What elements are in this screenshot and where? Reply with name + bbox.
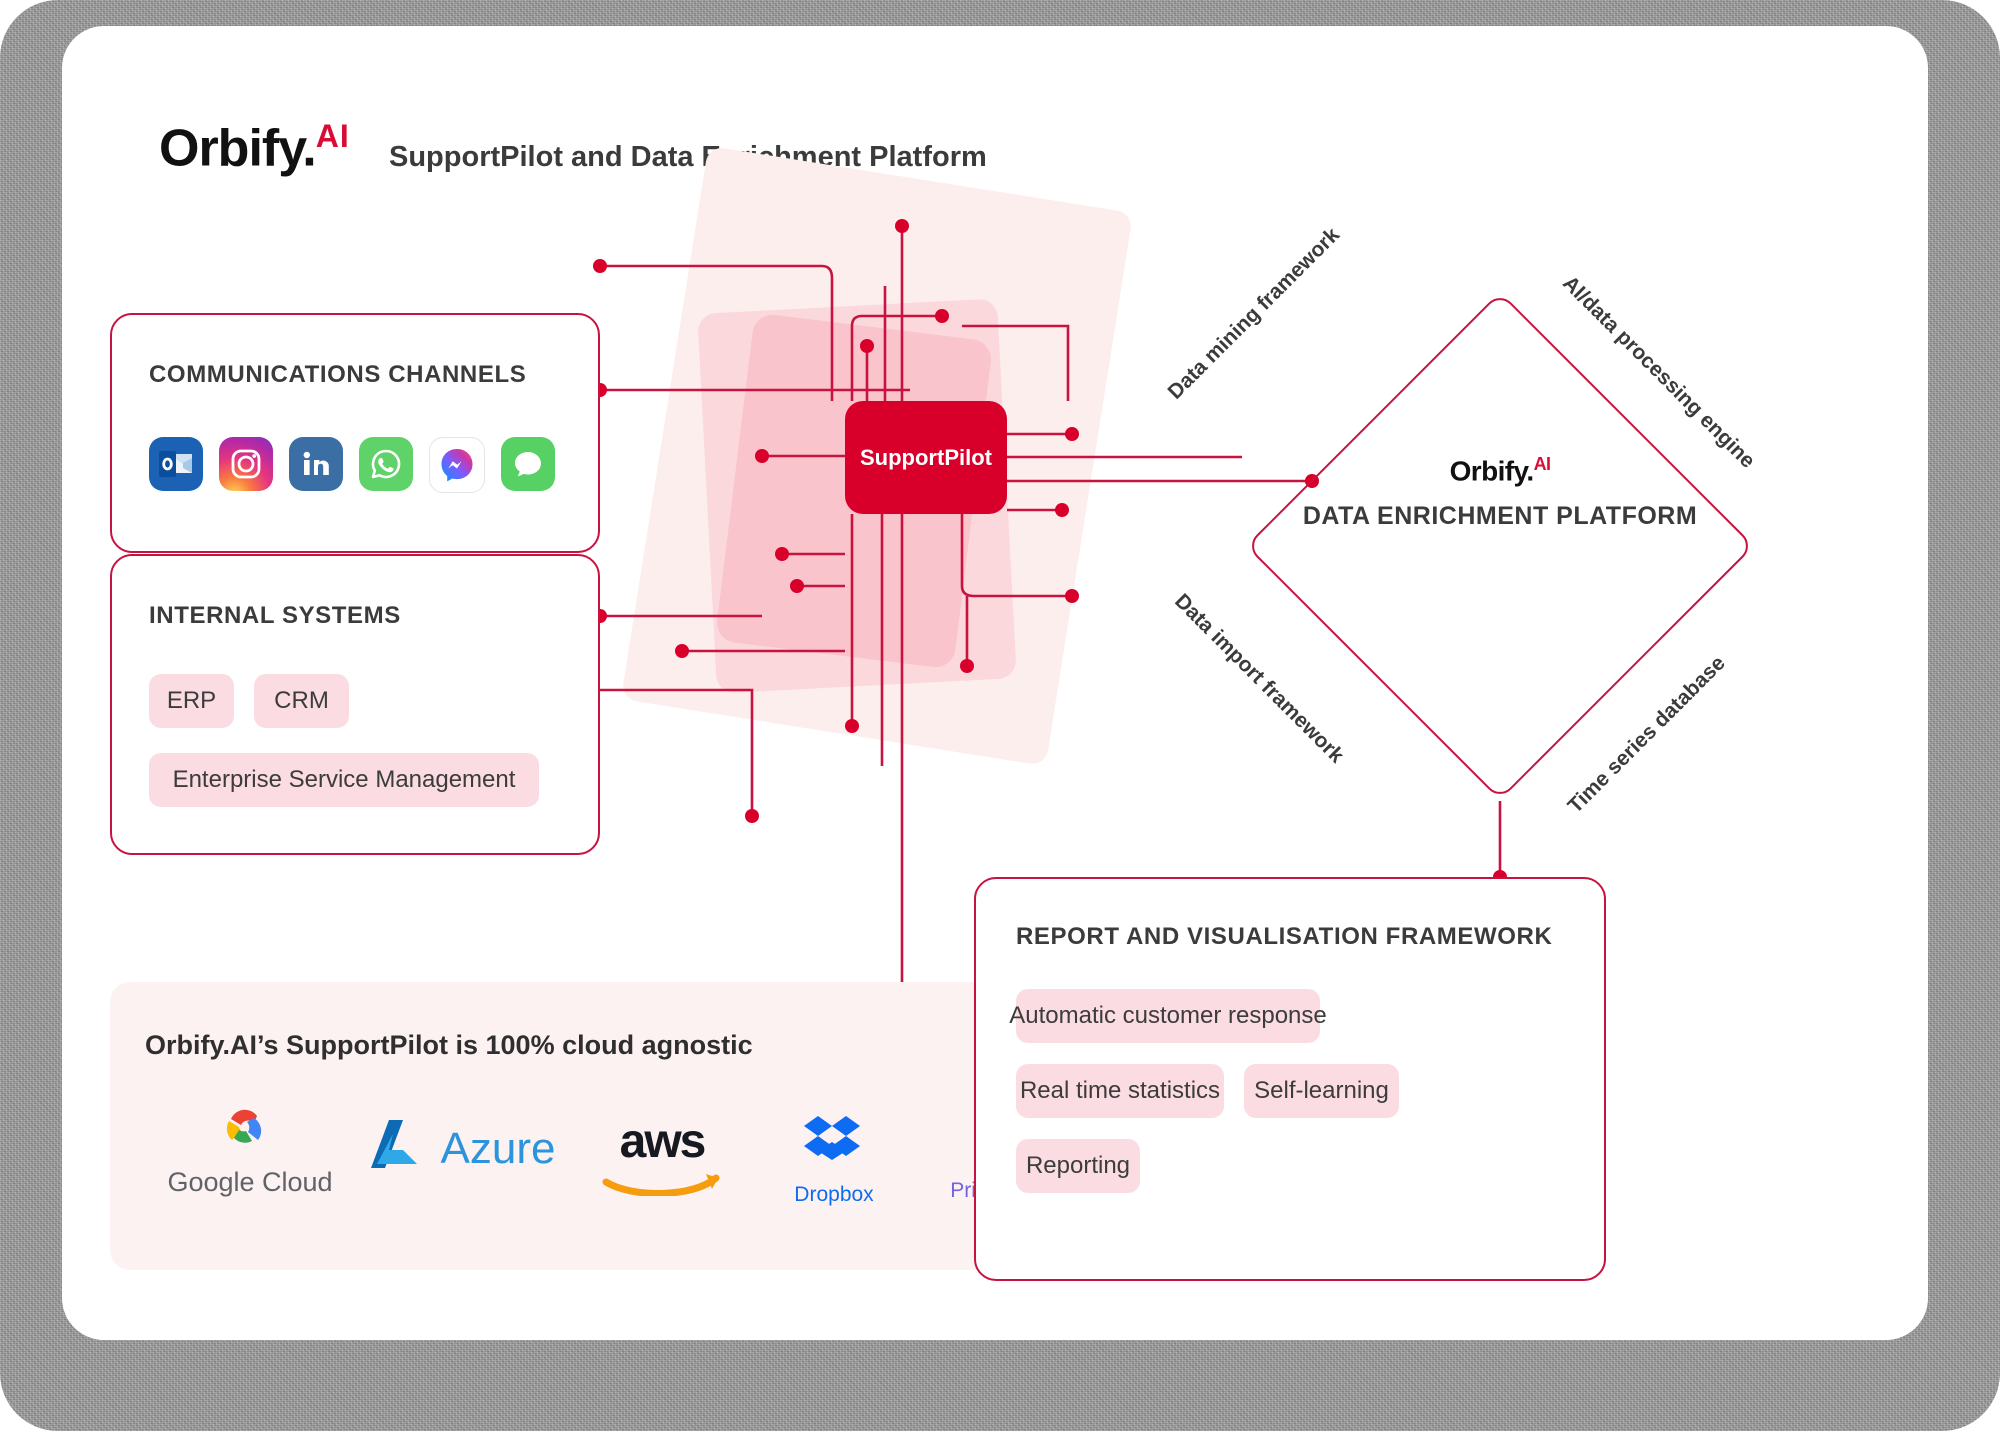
aws-label: aws <box>619 1115 707 1168</box>
internal-systems-title: INTERNAL SYSTEMS <box>149 602 401 629</box>
communications-channels-panel: COMMUNICATIONS CHANNELS <box>110 313 600 553</box>
internal-systems-panel: INTERNAL SYSTEMS ERP CRM Enterprise Serv… <box>110 554 600 855</box>
internal-systems-tag-esm[interactable]: Enterprise Service Management <box>149 753 539 807</box>
report-framework-panel: REPORT AND VISUALISATION FRAMEWORK Autom… <box>974 877 1606 1281</box>
communications-channels-title: COMMUNICATIONS CHANNELS <box>149 361 527 388</box>
imessage-icon[interactable] <box>501 437 555 491</box>
diamond-orbify-logo-suffix: AI <box>1533 454 1551 474</box>
diagram-canvas: Orbify.AI SupportPilot and Data Enrichme… <box>62 26 1928 1340</box>
internal-systems-tag-crm[interactable]: CRM <box>254 674 349 728</box>
dropbox-logo[interactable]: Dropbox <box>764 1108 904 1207</box>
report-tag-real-time-statistics[interactable]: Real time statistics <box>1016 1064 1224 1118</box>
outlook-icon[interactable] <box>149 437 203 491</box>
dropbox-label: Dropbox <box>794 1183 874 1206</box>
report-tag-automatic-customer-response[interactable]: Automatic customer response <box>1009 989 1327 1043</box>
google-cloud-logo[interactable]: Google Cloud <box>160 1102 340 1198</box>
instagram-icon[interactable] <box>219 437 273 491</box>
report-framework-title: REPORT AND VISUALISATION FRAMEWORK <box>1016 923 1553 950</box>
google-cloud-label: Google Cloud <box>167 1167 333 1197</box>
aws-logo[interactable]: aws <box>582 1118 742 1201</box>
internal-systems-tag-erp[interactable]: ERP <box>149 674 234 728</box>
diamond-orbify-logo: Orbify.AI <box>1240 454 1760 487</box>
messenger-icon[interactable] <box>429 437 485 493</box>
supportpilot-core[interactable]: SupportPilot <box>845 401 1007 514</box>
cloud-agnostic-title: Orbify.AI’s SupportPilot is 100% cloud a… <box>145 1030 753 1060</box>
whatsapp-icon[interactable] <box>359 437 413 491</box>
supportpilot-core-label: SupportPilot <box>860 444 992 470</box>
linkedin-icon[interactable] <box>289 437 343 491</box>
report-tag-reporting[interactable]: Reporting <box>1016 1139 1140 1193</box>
azure-label: Azure <box>440 1124 556 1173</box>
diamond-title: DATA ENRICHMENT PLATFORM <box>1302 502 1698 530</box>
azure-logo[interactable]: Azure <box>354 1116 564 1182</box>
cloud-provider-row: Google Cloud Azure aws Dropbox <box>150 1102 1110 1232</box>
diamond-orbify-logo-main: Orbify. <box>1449 455 1535 487</box>
report-tag-self-learning[interactable]: Self-learning <box>1244 1064 1399 1118</box>
communications-icon-row <box>149 437 555 493</box>
data-enrichment-platform-diamond: Orbify.AI DATA ENRICHMENT PLATFORM Data … <box>1164 223 1760 817</box>
